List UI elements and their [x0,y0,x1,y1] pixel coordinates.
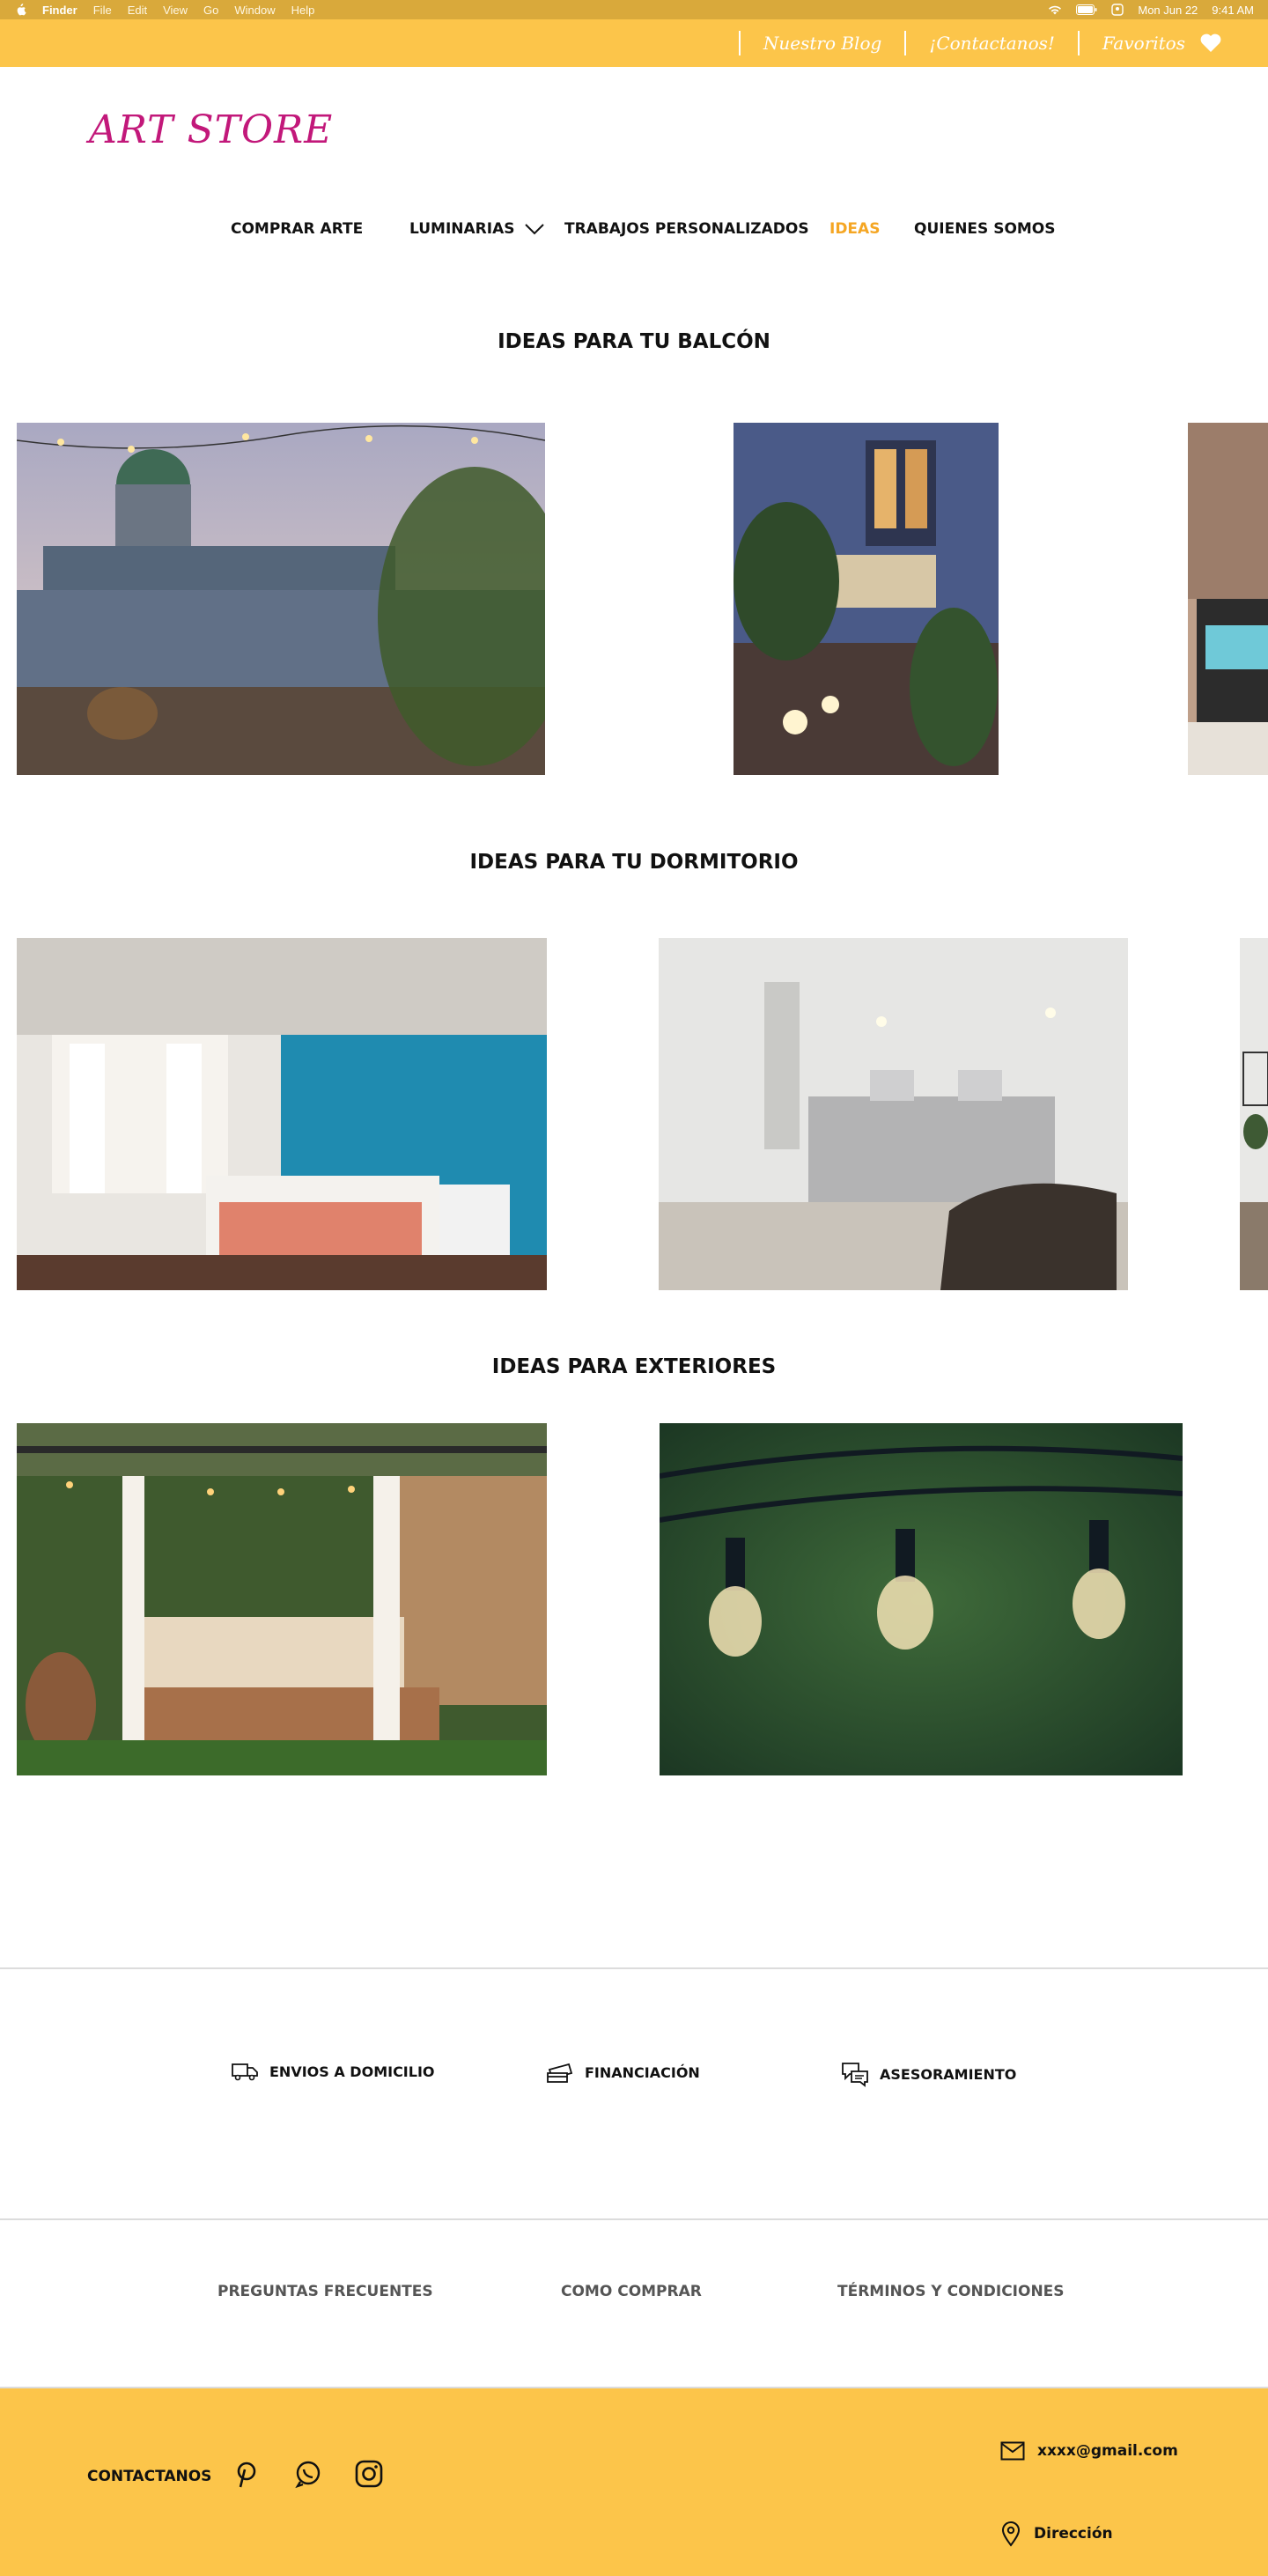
footer-link-faq[interactable]: PREGUNTAS FRECUENTES [217,2283,433,2300]
divider [0,2218,1268,2220]
chevron-down-icon [525,224,545,235]
top-bar: Nuestro Blog ¡Contactanos! Favoritos [0,19,1268,67]
nav-quienes-somos[interactable]: QUIENES SOMOS [914,220,1056,238]
footer-email[interactable]: xxxx@gmail.com [1000,2441,1178,2461]
balcony-loungers-photo[interactable] [1188,423,1268,775]
footer-email-text: xxxx@gmail.com [1037,2442,1178,2460]
footer-address[interactable]: Dirección [1000,2521,1113,2547]
nav-luminarias-label: LUMINARIAS [409,220,515,238]
location-pin-icon [1001,2521,1021,2547]
section-title-dormitorio: IDEAS PARA TU DORMITORIO [469,851,799,874]
chat-bubbles-icon [842,2063,868,2087]
menu-window[interactable]: Window [234,4,275,17]
feature-financiacion[interactable]: FINANCIACIÓN [546,2061,700,2084]
apple-icon[interactable] [14,4,26,16]
user-switch-icon[interactable] [1111,4,1124,16]
blog-link[interactable]: Nuestro Blog [741,33,904,54]
bedroom-white-photo[interactable] [659,938,1128,1290]
battery-icon[interactable] [1076,4,1097,15]
bedroom-third-photo[interactable] [1240,938,1268,1290]
whatsapp-icon[interactable] [293,2459,323,2489]
feature-envios-label: ENVIOS A DOMICILIO [269,2063,435,2080]
feature-envios[interactable]: ENVIOS A DOMICILIO [231,2061,435,2082]
menu-file[interactable]: File [93,4,112,17]
cards-icon [547,2063,573,2083]
delivery-truck-icon [232,2063,258,2081]
nav-luminarias[interactable]: LUMINARIAS [409,220,545,238]
system-menubar: Finder File Edit View Go Window Help Mon… [0,0,1268,19]
footer-contact-label: CONTACTANOS [87,2468,212,2485]
footer-link-how-to-buy[interactable]: COMO COMPRAR [561,2283,702,2300]
menu-view[interactable]: View [163,4,188,17]
menubar-date: Mon Jun 22 [1138,3,1198,17]
nav-ideas[interactable]: IDEAS [829,220,880,238]
divider [0,1967,1268,1969]
balcony-terrace-photo[interactable] [734,423,999,775]
pinterest-icon[interactable] [232,2459,262,2489]
string-lights-photo[interactable] [660,1423,1183,1775]
feature-financiacion-label: FINANCIACIÓN [585,2063,700,2081]
favorites-link[interactable]: Favoritos [1080,33,1208,54]
feature-asesoramiento-label: ASESORAMIENTO [880,2065,1017,2083]
footer-address-text: Dirección [1034,2525,1113,2543]
contact-link[interactable]: ¡Contactanos! [906,33,1078,54]
feature-asesoramiento[interactable]: ASESORAMIENTO [841,2061,1016,2087]
mail-icon [1000,2441,1025,2461]
footer-link-terms[interactable]: TÉRMINOS Y CONDICIONES [837,2283,1065,2300]
site-logo[interactable]: ART STORE [89,107,333,152]
menu-edit[interactable]: Edit [128,4,147,17]
heart-icon[interactable] [1199,33,1222,54]
menubar-time: 9:41 AM [1212,3,1254,17]
bedroom-blue-wall-photo[interactable] [17,938,547,1290]
balcony-rooftop-photo[interactable] [17,423,545,775]
nav-comprar-arte[interactable]: COMPRAR ARTE [231,220,363,238]
nav-trabajos-personalizados[interactable]: TRABAJOS PERSONALIZADOS [564,220,809,238]
menu-finder[interactable]: Finder [42,4,77,17]
section-title-exteriores: IDEAS PARA EXTERIORES [491,1355,777,1378]
instagram-icon[interactable] [354,2459,384,2489]
wifi-icon[interactable] [1048,4,1062,15]
section-title-balcon: IDEAS PARA TU BALCÓN [498,330,770,353]
menu-go[interactable]: Go [203,4,218,17]
menu-help[interactable]: Help [291,4,315,17]
pergola-patio-photo[interactable] [17,1423,547,1775]
main-nav: COMPRAR ARTE LUMINARIAS TRABAJOS PERSONA… [0,220,1268,247]
site-footer: CONTACTANOS xxxx@gmail.com Dirección [0,2388,1268,2576]
